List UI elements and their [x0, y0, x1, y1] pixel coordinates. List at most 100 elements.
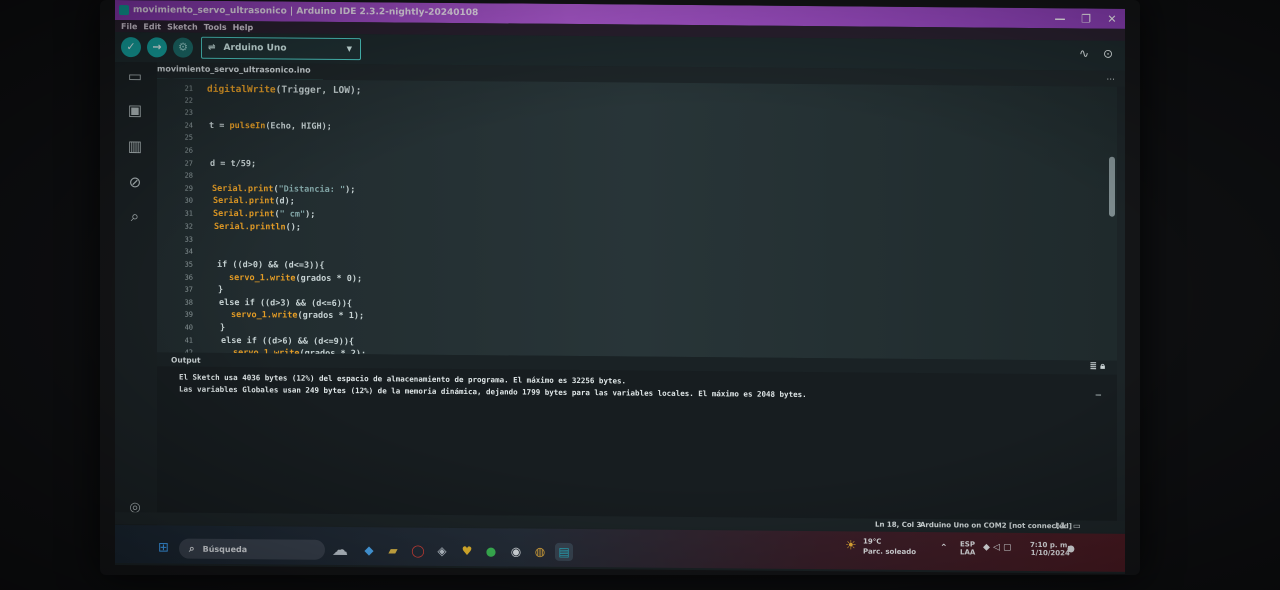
chrome-icon[interactable]: ◍: [531, 543, 549, 561]
code-line-32: Serial.println();: [214, 222, 301, 233]
code-token: ();: [285, 222, 302, 233]
code-line-36: servo_1.write(grados * 0);: [229, 273, 362, 284]
code-token: (Echo, HIGH);: [265, 121, 332, 132]
folder-icon[interactable]: ▭: [125, 66, 145, 86]
code-token: );: [305, 209, 316, 220]
plotter-icon[interactable]: ∿: [1079, 46, 1089, 60]
line-number: 37: [184, 285, 193, 294]
cloud-widget-icon[interactable]: ☁: [331, 540, 349, 559]
minimize-button[interactable]: —: [1047, 12, 1073, 25]
board-selector[interactable]: ⇌ Arduino Uno ▼: [201, 36, 361, 61]
code-token: (d);: [274, 196, 295, 207]
code-line-24: t = pulseIn(Echo, HIGH);: [209, 121, 332, 132]
output-console[interactable]: El Sketch usa 4036 bytes (12%) del espac…: [157, 366, 1117, 523]
search-placeholder: Búsqueda: [202, 544, 248, 554]
code-token: .write: [264, 273, 296, 284]
line-number: 29: [184, 184, 193, 193]
boards-icon[interactable]: ▣: [125, 100, 145, 120]
app-icon[interactable]: ◉: [507, 542, 525, 560]
code-token: "Distancia: ": [278, 184, 346, 196]
library-icon[interactable]: ▥: [125, 136, 145, 156]
line-number: 34: [184, 247, 193, 256]
line-number: 33: [184, 235, 193, 244]
search-icon[interactable]: ⌕: [125, 206, 145, 226]
line-number: 28: [184, 171, 193, 180]
menu-sketch[interactable]: Sketch: [167, 22, 198, 31]
code-token: (grados * 0);: [295, 273, 363, 285]
line-number: 24: [184, 121, 193, 130]
code-token: Serial: [214, 221, 245, 233]
output-label: Output: [171, 355, 201, 365]
editor-scrollbar[interactable]: [1109, 156, 1115, 217]
code-token: Serial: [212, 183, 243, 195]
tab-more-icon[interactable]: ...: [1106, 73, 1115, 83]
arduino-app-icon: [119, 5, 129, 16]
code-editor[interactable]: 21 22 23 24 25 26 27 28 29 30 31 32 33 3…: [157, 78, 1117, 361]
board-status[interactable]: Arduino Uno on COM2 [not connected]: [920, 521, 1072, 530]
menu-tools[interactable]: Tools: [204, 22, 227, 31]
weather-temp: 19°C: [863, 537, 882, 546]
output-line: Las variables Globales usan 249 bytes (1…: [179, 384, 807, 400]
lang-2: LAA: [960, 548, 976, 557]
line-number: 21: [184, 84, 193, 93]
menu-help[interactable]: Help: [233, 23, 254, 32]
notification-count: 1: [1060, 521, 1066, 531]
menu-file[interactable]: File: [121, 22, 137, 31]
debug-button[interactable]: ⚙: [173, 37, 193, 58]
clear-output-icon[interactable]: ≣: [1090, 362, 1098, 372]
debug-icon[interactable]: ⊘: [125, 172, 145, 192]
network-icon[interactable]: ◆ ◁ ▢: [983, 543, 1012, 553]
taskbar-search[interactable]: ⌕ Búsqueda: [179, 538, 325, 560]
menu-edit[interactable]: Edit: [143, 22, 161, 31]
widgets-icon[interactable]: ◆: [360, 541, 378, 559]
clock[interactable]: 7:10 p. m. 1/10/2024: [1030, 541, 1070, 557]
code-token: Serial: [213, 195, 244, 207]
lang-1: ESP: [960, 540, 975, 549]
magnifier-icon[interactable]: ⊙: [1103, 47, 1113, 61]
code-token: .println: [244, 222, 286, 233]
weather-desc: Parc. soleado: [863, 547, 917, 556]
maximize-button[interactable]: ❐: [1073, 12, 1099, 25]
panel-toggle-icon[interactable]: ▭: [1073, 521, 1081, 530]
output-line: El Sketch usa 4036 bytes (12%) del espac…: [179, 372, 627, 386]
search-icon: ⌕: [189, 543, 195, 555]
notifications-icon[interactable]: ●: [1067, 544, 1075, 554]
collapse-icon[interactable]: —: [1096, 391, 1101, 401]
verify-button[interactable]: ✓: [121, 37, 141, 58]
code-line-27: d = t/59;: [210, 158, 257, 170]
code-line-40: }: [220, 322, 226, 333]
cursor-position: Ln 18, Col 3: [875, 520, 922, 530]
date: 1/10/2024: [1030, 548, 1070, 558]
code-line-39: servo_1.write(grados * 1);: [231, 310, 364, 321]
line-number: 36: [184, 273, 193, 282]
line-number: 26: [184, 146, 193, 155]
whatsapp-icon[interactable]: ●: [482, 542, 500, 560]
line-number: 38: [184, 298, 193, 307]
code-token: );: [345, 185, 356, 196]
line-number: 41: [184, 336, 193, 345]
board-name: Arduino Uno: [223, 42, 287, 54]
file-explorer-icon[interactable]: ▰: [384, 541, 402, 559]
heart-app-icon[interactable]: ♥: [458, 542, 476, 560]
windows-start-icon[interactable]: ⊞: [158, 540, 172, 555]
app-icon[interactable]: ◈: [433, 542, 451, 560]
line-number: 31: [184, 209, 193, 218]
line-number: 39: [184, 310, 193, 319]
chevron-up-icon[interactable]: ⌃: [940, 543, 948, 553]
debug-icon: ⚙: [178, 40, 188, 54]
code-token: servo_1: [231, 310, 267, 321]
upload-button[interactable]: →: [147, 37, 167, 58]
lock-icon[interactable]: 🔒︎: [1100, 362, 1105, 372]
notification-bell-icon[interactable]: ♫1: [1053, 521, 1066, 530]
line-number: 27: [184, 159, 193, 168]
code-line-38: else if ((d>3) && (d<=6)){: [219, 297, 353, 310]
close-button[interactable]: ✕: [1099, 12, 1125, 25]
language-indicator[interactable]: ESP LAA: [960, 540, 975, 556]
opera-icon[interactable]: ◯: [409, 542, 427, 560]
code-line-35: if ((d>0) && (d<=3)){: [217, 259, 325, 271]
code-line-29: Serial.print("Distancia: ");: [212, 184, 355, 195]
code-line-41: else if ((d>6) && (d<=9)){: [221, 335, 355, 348]
arduino-taskbar-icon[interactable]: ▤: [555, 542, 573, 561]
code-token: (grados * 1);: [297, 310, 365, 322]
arrow-right-icon: →: [152, 40, 162, 54]
